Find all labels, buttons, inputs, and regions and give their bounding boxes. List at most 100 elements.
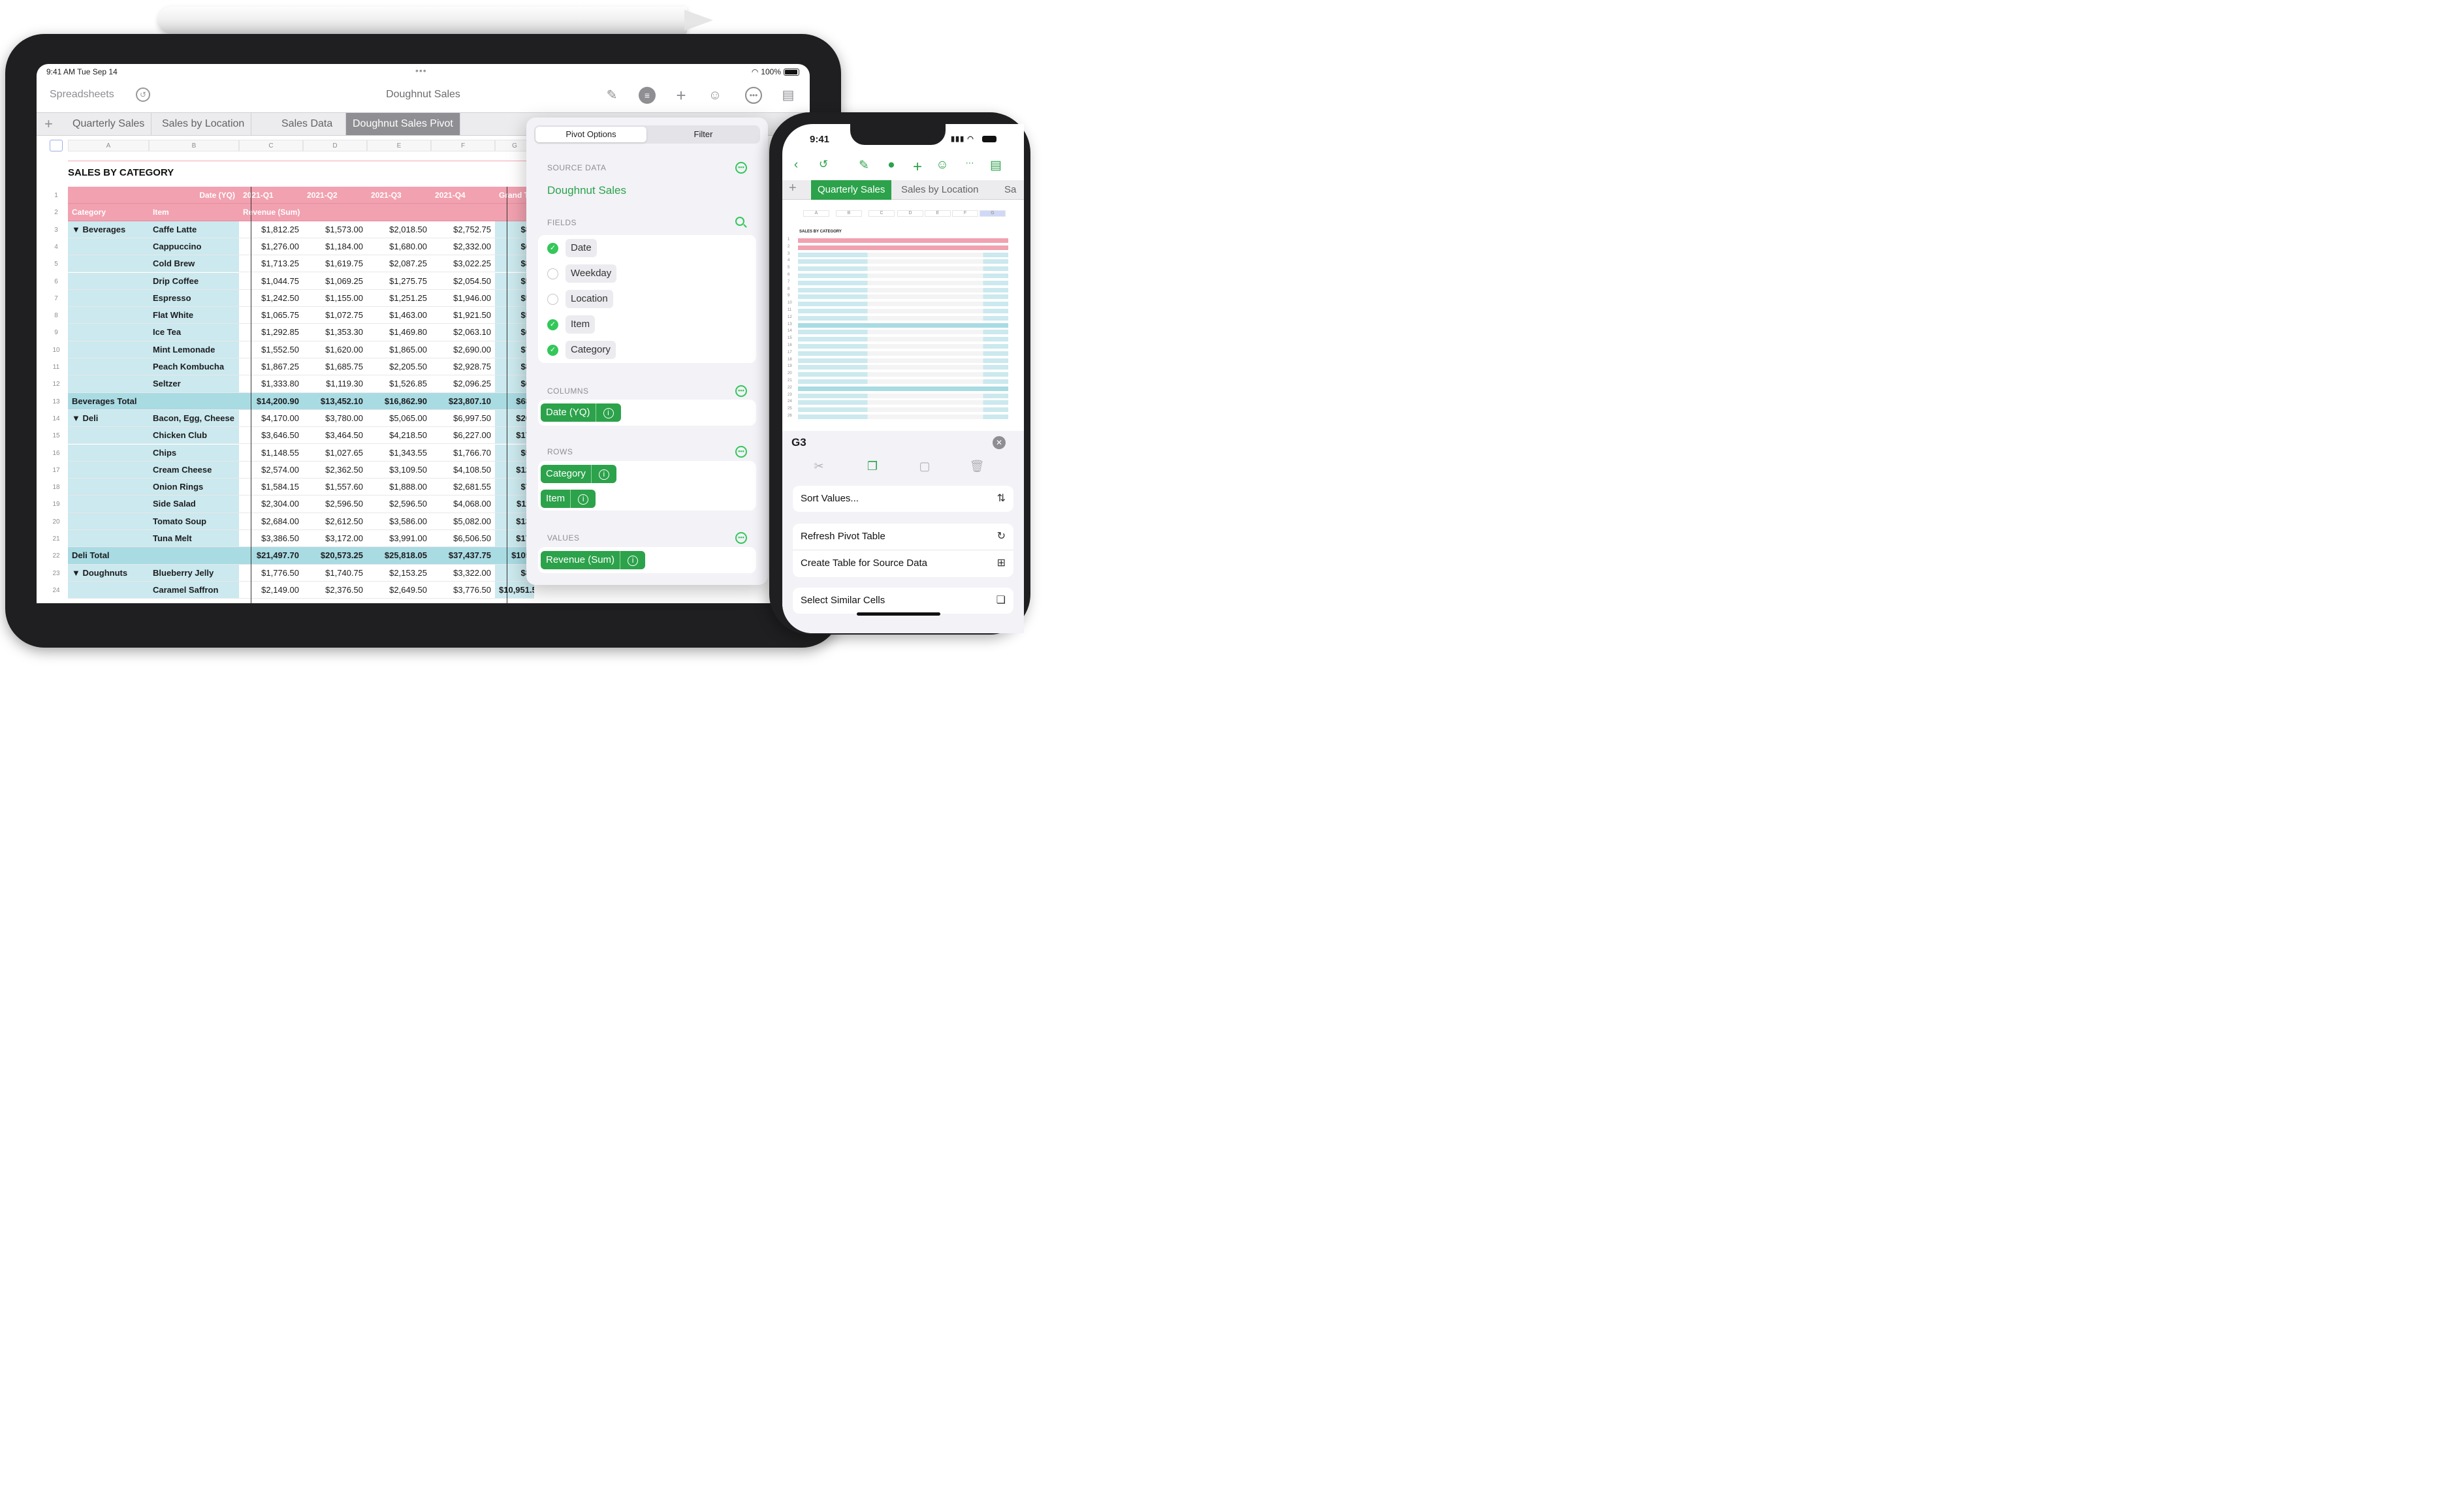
- info-icon[interactable]: i: [620, 551, 645, 569]
- cut-icon[interactable]: ✂: [811, 460, 827, 473]
- item-cell[interactable]: Chips: [149, 444, 239, 462]
- column-header-c[interactable]: C: [239, 140, 303, 151]
- period-header[interactable]: 2021-Q1: [239, 187, 303, 204]
- category-cell[interactable]: [68, 272, 149, 290]
- revenue-cell[interactable]: $1,184.00: [303, 238, 367, 256]
- search-icon[interactable]: [735, 217, 744, 226]
- item-cell[interactable]: Cream Cheese: [149, 461, 239, 479]
- category-cell[interactable]: [68, 444, 149, 462]
- values-more-icon[interactable]: •••: [735, 532, 747, 544]
- info-icon[interactable]: i: [596, 403, 621, 422]
- revenue-cell[interactable]: $2,376.50: [303, 581, 367, 599]
- tab-quarterly-sales[interactable]: Quarterly Sales: [811, 180, 892, 200]
- revenue-cell[interactable]: $1,557.60: [303, 479, 367, 496]
- revenue-cell[interactable]: $1,044.75: [239, 272, 303, 290]
- revenue-cell[interactable]: $1,865.00: [367, 341, 431, 358]
- revenue-cell[interactable]: $3,172.00: [303, 530, 367, 548]
- revenue-cell[interactable]: $6,506.50: [431, 530, 495, 548]
- revenue-cell[interactable]: $3,780.00: [303, 409, 367, 428]
- item-cell[interactable]: Onion Rings: [149, 479, 239, 496]
- total-label-cell[interactable]: Deli Total: [68, 547, 239, 565]
- revenue-cell[interactable]: $1,685.75: [303, 358, 367, 376]
- menu-label[interactable]: Refresh Pivot Table: [801, 531, 885, 542]
- category-cell[interactable]: [68, 461, 149, 479]
- revenue-cell[interactable]: $2,362.50: [303, 461, 367, 479]
- undo-icon[interactable]: ↺: [815, 158, 832, 171]
- item-cell[interactable]: Flat White: [149, 307, 239, 324]
- field-label[interactable]: Weekday: [566, 264, 617, 283]
- item-cell[interactable]: Side Salad: [149, 496, 239, 513]
- checkmark-icon[interactable]: ✓: [547, 319, 558, 330]
- revenue-cell[interactable]: $1,353.30: [303, 324, 367, 341]
- revenue-cell[interactable]: $1,072.75: [303, 307, 367, 324]
- category-cell[interactable]: [68, 581, 149, 599]
- mini-column-header[interactable]: E: [925, 210, 951, 217]
- field-label[interactable]: Location: [566, 290, 613, 308]
- revenue-cell[interactable]: $1,921.50: [431, 307, 495, 324]
- revenue-cell[interactable]: $1,148.55: [239, 444, 303, 462]
- row-number[interactable]: 18: [50, 484, 63, 491]
- row-number[interactable]: 13: [50, 398, 63, 405]
- category-cell[interactable]: [68, 358, 149, 376]
- document-title[interactable]: Doughnut Sales: [37, 89, 810, 101]
- column-header-d[interactable]: D: [303, 140, 367, 151]
- revenue-cell[interactable]: $1,740.75: [303, 564, 367, 582]
- sort-values-item[interactable]: Sort Values... ⇅: [793, 486, 1013, 512]
- revenue-cell[interactable]: $2,649.50: [367, 581, 431, 599]
- column-pill-date-yq[interactable]: Date (YQ) i: [541, 403, 621, 422]
- revenue-cell[interactable]: $3,386.50: [239, 530, 303, 548]
- revenue-cell[interactable]: $1,713.25: [239, 255, 303, 273]
- revenue-cell[interactable]: $2,018.50: [367, 221, 431, 238]
- revenue-cell[interactable]: $1,275.75: [367, 272, 431, 290]
- row-number[interactable]: 19: [50, 501, 63, 508]
- tab-sales-by-location[interactable]: Sales by Location: [895, 180, 985, 200]
- document-icon[interactable]: ▤: [987, 158, 1004, 173]
- revenue-cell[interactable]: $1,526.85: [367, 375, 431, 393]
- category-cell[interactable]: [68, 496, 149, 513]
- revenue-cell[interactable]: $2,304.00: [239, 496, 303, 513]
- field-label[interactable]: Date: [566, 239, 597, 257]
- revenue-cell[interactable]: $4,218.50: [367, 427, 431, 445]
- row-number[interactable]: 11: [50, 364, 63, 371]
- add-icon[interactable]: +: [909, 158, 926, 176]
- revenue-cell[interactable]: $2,596.50: [303, 496, 367, 513]
- revenue-cell[interactable]: $25,818.05: [367, 547, 431, 565]
- revenue-cell[interactable]: $1,888.00: [367, 479, 431, 496]
- columns-more-icon[interactable]: •••: [735, 385, 747, 397]
- tab-sales-by-location[interactable]: Sales by Location: [155, 113, 252, 135]
- back-chevron-icon[interactable]: ‹: [788, 158, 805, 172]
- source-data-name[interactable]: Doughnut Sales: [547, 184, 626, 197]
- menu-label[interactable]: Select Similar Cells: [801, 595, 885, 606]
- revenue-cell[interactable]: $4,068.00: [431, 496, 495, 513]
- category-cell[interactable]: [68, 427, 149, 445]
- tab-quarterly-sales[interactable]: Quarterly Sales: [66, 113, 152, 135]
- revenue-cell[interactable]: $1,463.00: [367, 307, 431, 324]
- revenue-cell[interactable]: $1,867.25: [239, 358, 303, 376]
- revenue-cell[interactable]: $2,928.75: [431, 358, 495, 376]
- row-number[interactable]: 23: [50, 570, 63, 577]
- revenue-cell[interactable]: $14,200.90: [239, 392, 303, 410]
- revenue-cell[interactable]: $1,292.85: [239, 324, 303, 341]
- mini-column-header[interactable]: D: [897, 210, 923, 217]
- revenue-cell[interactable]: $1,946.00: [431, 289, 495, 307]
- revenue-cell[interactable]: $2,684.00: [239, 512, 303, 530]
- select-all-icon[interactable]: [50, 140, 63, 151]
- category-cell[interactable]: ▼ Beverages: [68, 221, 149, 238]
- revenue-cell[interactable]: $1,065.75: [239, 307, 303, 324]
- revenue-cell[interactable]: $3,109.50: [367, 461, 431, 479]
- column-header-e[interactable]: E: [367, 140, 431, 151]
- row-number[interactable]: 6: [50, 278, 63, 285]
- revenue-cell[interactable]: $2,149.00: [239, 581, 303, 599]
- row-pill-category[interactable]: Category i: [541, 465, 616, 483]
- add-sheet-icon[interactable]: +: [789, 181, 797, 196]
- revenue-cell[interactable]: $2,063.10: [431, 324, 495, 341]
- item-cell[interactable]: Chicken Club: [149, 427, 239, 445]
- item-cell[interactable]: Cold Brew: [149, 255, 239, 273]
- category-cell[interactable]: [68, 375, 149, 393]
- info-icon[interactable]: i: [571, 490, 596, 508]
- item-cell[interactable]: Peach Kombucha: [149, 358, 239, 376]
- collaborate-icon[interactable]: ☺: [934, 158, 951, 172]
- copy-icon[interactable]: ❐: [865, 460, 880, 473]
- mini-spreadsheet[interactable]: A B C D E F G SALES BY CATEGORY 12345678…: [786, 206, 1015, 428]
- revenue-cell[interactable]: $1,552.50: [239, 341, 303, 358]
